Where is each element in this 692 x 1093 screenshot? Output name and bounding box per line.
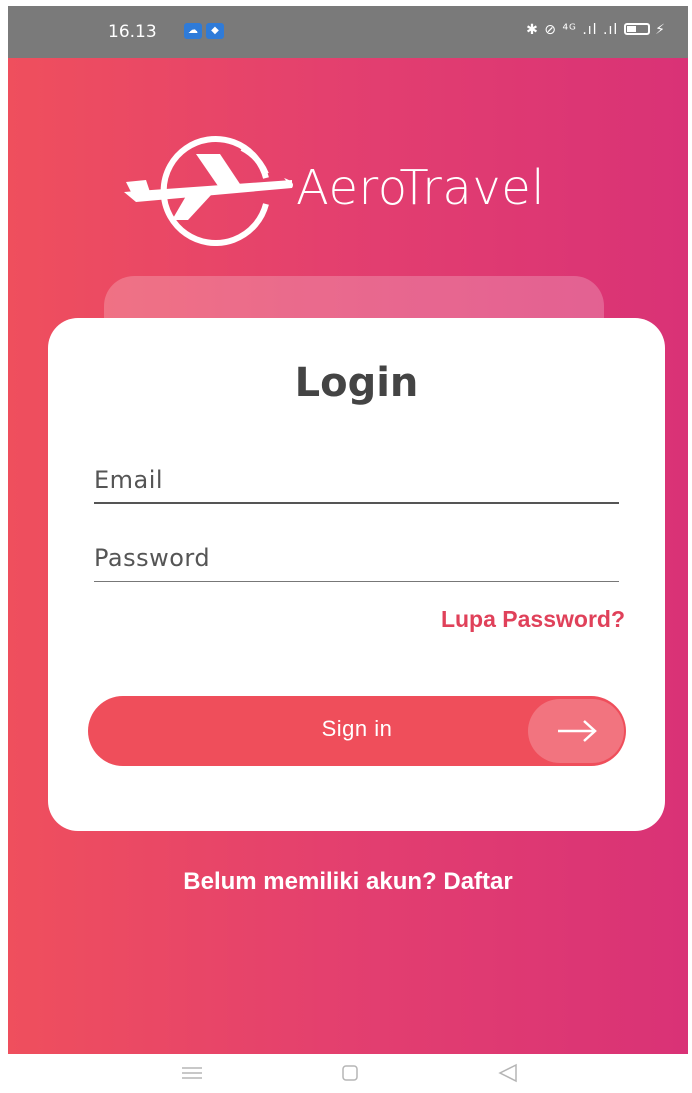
navigation-bar [0,1054,692,1093]
login-card: Login Email Password Lupa Password? Sign… [48,318,665,831]
app-name: AeroTravel [296,160,546,216]
forgot-password-link[interactable]: Lupa Password? [441,606,625,633]
signal-indicators: ✱ ⊘ ⁴ᴳ .ıl .ıl [526,22,619,38]
battery-icon [623,23,650,35]
cloud-icon: ☁ [184,23,202,39]
register-link[interactable]: Belum memiliki akun? Daftar [8,868,688,896]
shield-icon: ◆ [206,23,224,39]
email-placeholder: Email [94,466,164,494]
back-icon[interactable] [488,1058,528,1088]
sign-in-button[interactable]: Sign in [88,696,626,766]
status-indicators: ✱ ⊘ ⁴ᴳ .ıl .ıl ⚡ [526,22,666,38]
password-field[interactable]: Password [94,536,619,582]
charging-icon: ⚡ [655,22,666,38]
login-title: Login [294,360,419,406]
menu-icon[interactable] [172,1058,212,1088]
phone-screen: 16.13 ☁ ◆ ✱ ⊘ ⁴ᴳ .ıl .ıl ⚡ AeroTravel Lo… [8,6,688,1054]
app-logo: AeroTravel [116,134,596,246]
arrow-right-icon[interactable] [528,699,624,763]
status-bar: 16.13 ☁ ◆ ✱ ⊘ ⁴ᴳ .ıl .ıl ⚡ [8,6,688,58]
airplane-in-circle-icon [124,136,293,246]
home-icon[interactable] [330,1058,370,1088]
email-field[interactable]: Email [94,458,619,504]
password-placeholder: Password [94,544,211,572]
status-time: 16.13 [108,22,157,42]
